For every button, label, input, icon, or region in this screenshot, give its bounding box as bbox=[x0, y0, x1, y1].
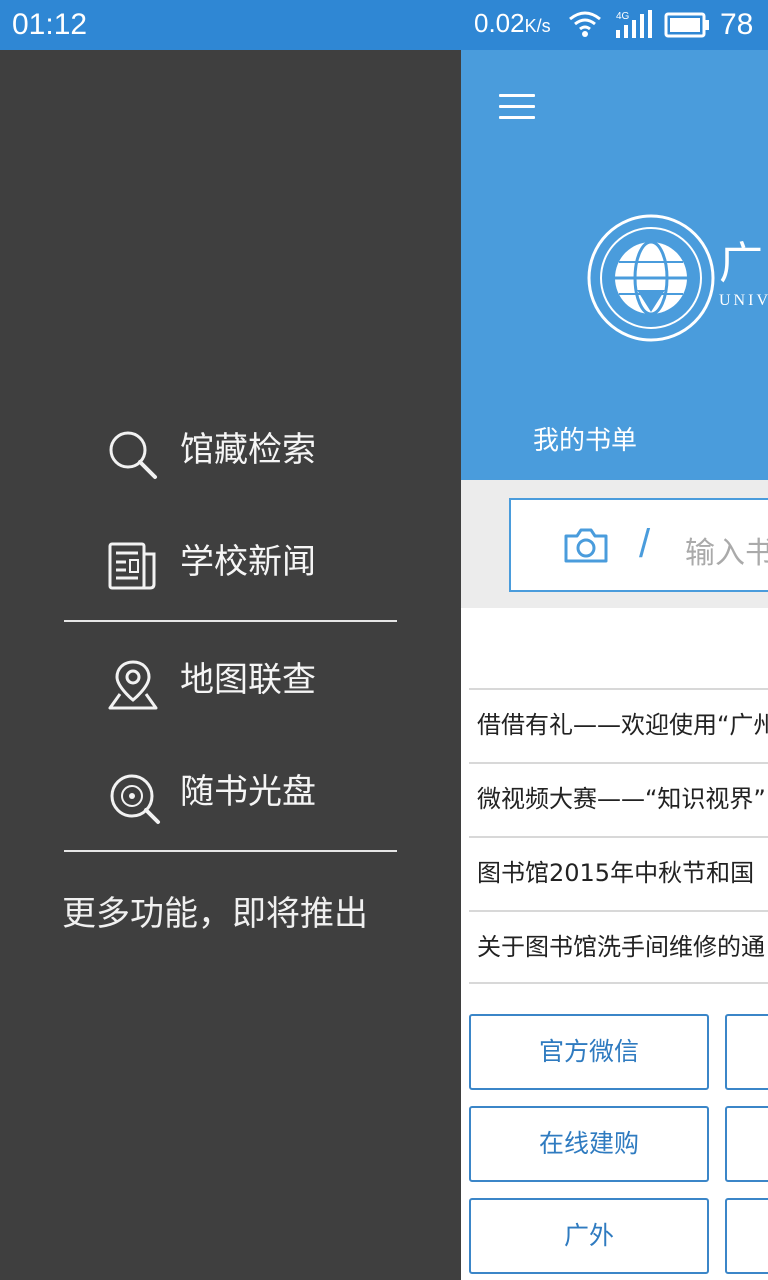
battery-icon bbox=[664, 12, 709, 38]
battery-level: 78 bbox=[720, 8, 754, 41]
official-wechat-button[interactable]: 官方微信 bbox=[469, 1014, 709, 1090]
search-box[interactable]: / 输入书 bbox=[509, 498, 768, 592]
news-item[interactable]: 微视频大赛——“知识视界” bbox=[469, 762, 768, 836]
university-logo-text: 广 UNIV bbox=[719, 240, 768, 310]
network-type-label: 4G bbox=[616, 11, 630, 22]
navigation-drawer: 馆藏检索 学校新闻 地图联查 随书光盘 更多功能，即将推出 bbox=[0, 50, 461, 1280]
status-time: 01:12 bbox=[12, 8, 88, 41]
search-input[interactable]: 输入书 bbox=[685, 528, 768, 572]
drawer-item-collection-search[interactable]: 馆藏检索 bbox=[106, 422, 366, 482]
hamburger-menu-icon[interactable] bbox=[499, 94, 535, 120]
coming-soon-text: 更多功能，即将推出 bbox=[62, 894, 368, 934]
online-purchase-button[interactable]: 在线建购 bbox=[469, 1106, 709, 1182]
status-bar: 01:12 0.02K/s 4G 78 bbox=[0, 0, 768, 50]
news-item[interactable]: 图书馆2015年中秋节和国 bbox=[469, 836, 768, 910]
news-list: 借借有礼——欢迎使用“广州 微视频大赛——“知识视界” 图书馆2015年中秋节和… bbox=[469, 688, 768, 984]
news-item[interactable]: 关于图书馆洗手间维修的通 bbox=[469, 910, 768, 984]
logo-english-text: UNIV bbox=[719, 292, 768, 309]
signal-icon: 4G bbox=[616, 10, 652, 38]
network-speed-unit: K/s bbox=[524, 16, 551, 36]
quick-link-button-partial[interactable] bbox=[725, 1198, 768, 1274]
map-pin-icon bbox=[108, 660, 158, 710]
drawer-item-label: 地图联查 bbox=[180, 660, 316, 700]
network-speed-value: 0.02 bbox=[474, 8, 525, 38]
disc-search-icon bbox=[110, 774, 160, 824]
drawer-item-label: 馆藏检索 bbox=[180, 430, 316, 470]
gdufs-button[interactable]: 广外 bbox=[469, 1198, 709, 1274]
quick-link-button-partial[interactable] bbox=[725, 1106, 768, 1182]
search-divider-slash: / bbox=[639, 522, 651, 566]
camera-icon[interactable] bbox=[563, 526, 609, 564]
quick-link-button-partial[interactable] bbox=[725, 1014, 768, 1090]
logo-chinese-text: 广 bbox=[719, 238, 763, 289]
drawer-item-school-news[interactable]: 学校新闻 bbox=[106, 534, 366, 594]
drawer-item-label: 学校新闻 bbox=[180, 542, 316, 582]
drawer-divider bbox=[64, 850, 397, 852]
news-item[interactable]: 借借有礼——欢迎使用“广州 bbox=[469, 688, 768, 762]
wifi-icon bbox=[569, 11, 601, 37]
network-speed: 0.02K/s bbox=[474, 8, 551, 39]
university-logo-emblem bbox=[587, 214, 715, 342]
drawer-divider bbox=[64, 620, 397, 622]
drawer-item-book-cd[interactable]: 随书光盘 bbox=[106, 764, 366, 824]
search-area: / 输入书 bbox=[461, 480, 768, 608]
search-icon bbox=[109, 431, 157, 479]
drawer-item-map-lookup[interactable]: 地图联查 bbox=[106, 652, 366, 712]
my-booklist-tab[interactable]: 我的书单 bbox=[533, 420, 637, 457]
drawer-item-label: 随书光盘 bbox=[180, 772, 316, 812]
main-content: 广 UNIV 我的书单 / 输入书 借借有礼——欢迎使用“广州 微视频大赛——“… bbox=[461, 50, 768, 1280]
header: 广 UNIV 我的书单 bbox=[461, 50, 768, 480]
newspaper-icon bbox=[108, 542, 156, 590]
